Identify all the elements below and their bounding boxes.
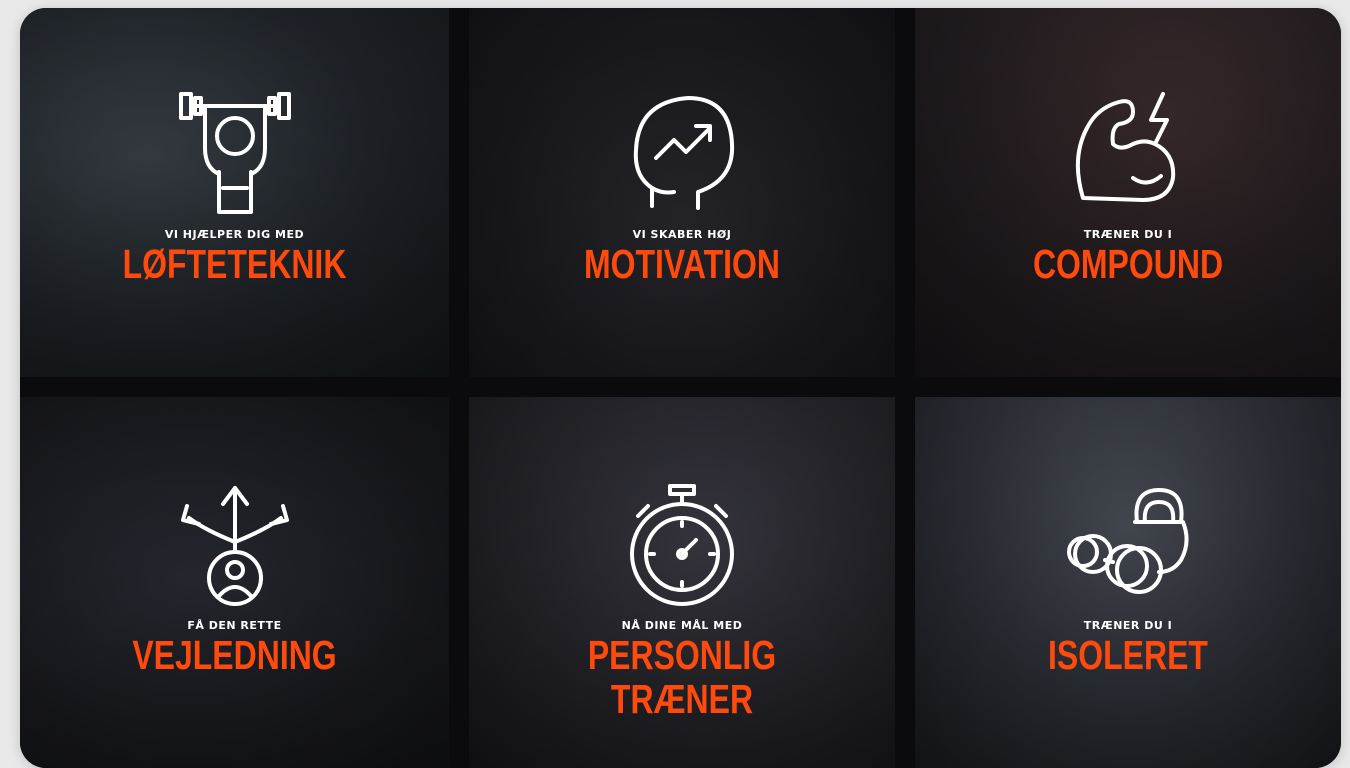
tile-caption: VI HJÆLPER DIG MED LØFTETEKNIK xyxy=(20,228,449,286)
tile-caption: TRÆNER DU I ISOLERET xyxy=(915,619,1341,677)
service-tile-personlig-traener[interactable]: NÅ DINE MÅL MED PERSONLIG TRÆNER xyxy=(469,397,895,768)
tile-kicker: TRÆNER DU I xyxy=(1083,619,1173,632)
flexed-arm-icon xyxy=(1075,92,1176,202)
service-tile-compound[interactable]: TRÆNER DU I COMPOUND xyxy=(915,8,1341,377)
tile-caption: TRÆNER DU I COMPOUND xyxy=(915,228,1341,286)
direction-person-icon xyxy=(180,486,289,606)
service-tile-isoleret[interactable]: TRÆNER DU I ISOLERET xyxy=(915,397,1341,768)
tile-kicker: FÅ DEN RETTE xyxy=(187,619,282,632)
weightlifter-icon xyxy=(178,92,291,214)
tile-kicker: NÅ DINE MÅL MED xyxy=(621,619,743,632)
tile-kicker: VI SKABER HØJ xyxy=(632,228,732,241)
tile-kicker: VI HJÆLPER DIG MED xyxy=(164,228,305,241)
tile-title: PERSONLIG TRÆNER xyxy=(587,632,777,722)
tile-caption: NÅ DINE MÅL MED PERSONLIG TRÆNER xyxy=(469,619,895,721)
tile-caption: VI SKABER HØJ MOTIVATION xyxy=(469,228,895,286)
head-growth-icon xyxy=(633,96,735,210)
tile-title: COMPOUND xyxy=(1032,241,1224,287)
tile-title: MOTIVATION xyxy=(583,241,780,287)
services-grid: VI HJÆLPER DIG MED LØFTETEKNIK VI SKABER… xyxy=(20,8,1341,768)
tile-title: ISOLERET xyxy=(1048,632,1208,678)
tile-title: LØFTETEKNIK xyxy=(122,241,347,287)
tile-caption: FÅ DEN RETTE VEJLEDNING xyxy=(20,619,449,677)
tile-kicker: TRÆNER DU I xyxy=(1083,228,1173,241)
tile-title: VEJLEDNING xyxy=(132,632,337,678)
service-tile-loefteteknik[interactable]: VI HJÆLPER DIG MED LØFTETEKNIK xyxy=(20,8,449,377)
service-tile-vejledning[interactable]: FÅ DEN RETTE VEJLEDNING xyxy=(20,397,449,768)
service-tile-motivation[interactable]: VI SKABER HØJ MOTIVATION xyxy=(469,8,895,377)
kettlebell-dumbbell-icon xyxy=(1067,488,1189,594)
stopwatch-icon xyxy=(630,484,734,606)
